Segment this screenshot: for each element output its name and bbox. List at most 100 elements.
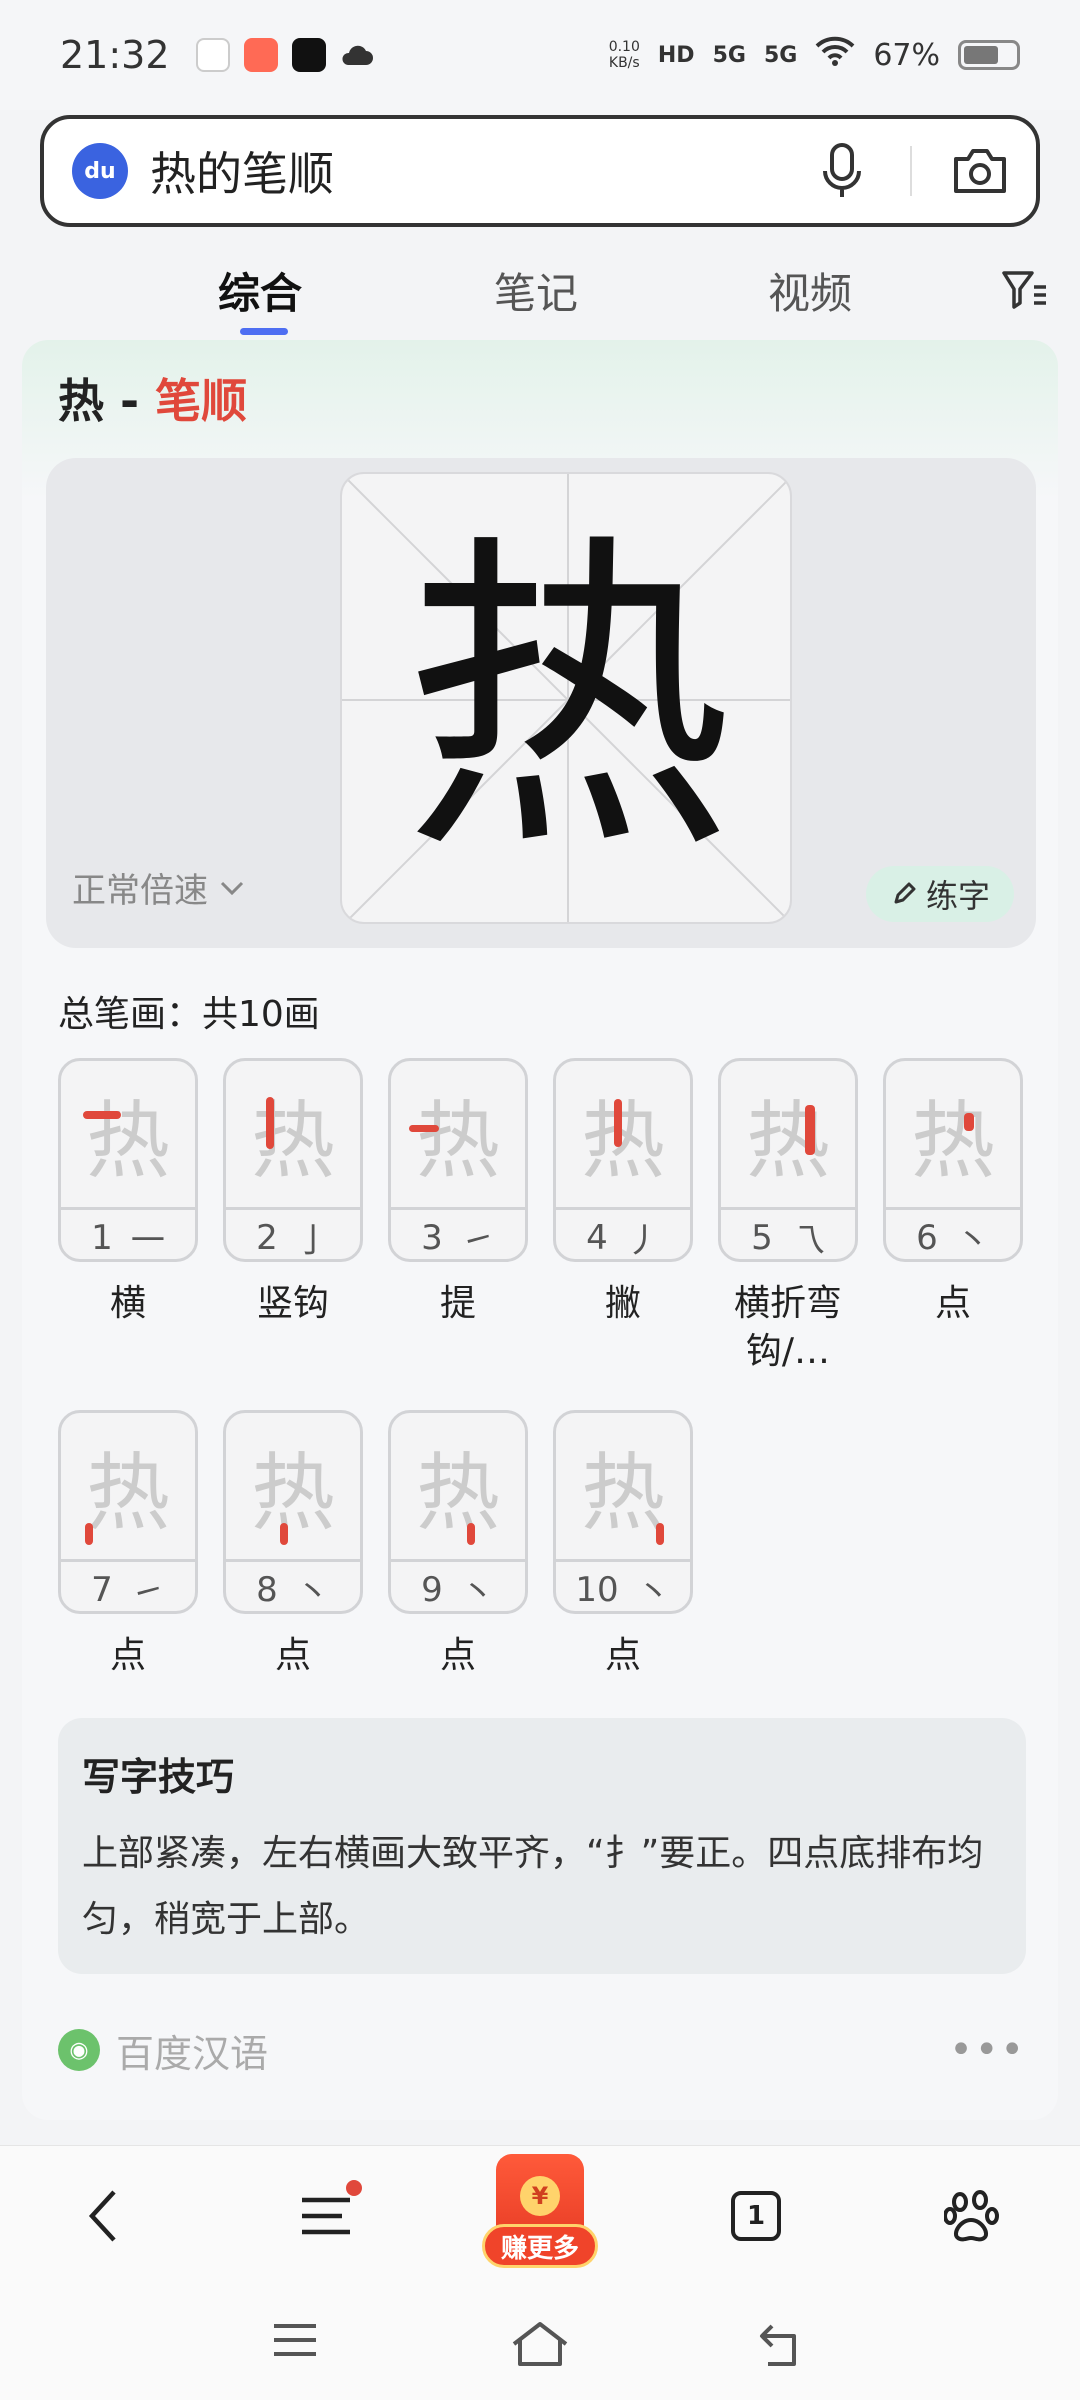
search-bar[interactable]: du 热的笔顺 (40, 115, 1040, 227)
stroke-step-footer: 9丶 (391, 1559, 525, 1611)
stroke-order-card: 热 - 笔顺 热 正常倍速 练字 总笔画：共10画 热 1 一横热 2 亅竖钩热 3 ㇀提热… (22, 340, 1058, 2120)
wifi-icon (815, 36, 855, 74)
current-stroke-highlight (964, 1113, 974, 1131)
system-nav-bar (0, 2290, 1080, 2400)
stroke-step-tile[interactable]: 热1一 (58, 1058, 198, 1262)
stroke-glyph: 丿 (625, 1221, 660, 1261)
stroke-step-character: 热 (745, 1091, 830, 1190)
stroke-step-tile[interactable]: 热 3 ㇀ (388, 1058, 528, 1262)
stroke-step-footer: 3 ㇀ (391, 1207, 525, 1261)
stroke-glyph: ㇀ (460, 1221, 495, 1261)
stroke-number: 1 (91, 1217, 113, 1258)
stroke-step-tile[interactable]: 热 6丶 (883, 1058, 1023, 1262)
system-back-icon (760, 2324, 796, 2366)
stroke-step-character: 热 (910, 1091, 995, 1190)
stroke-step-footer: 10 丶 (556, 1559, 690, 1611)
stroke-step-character: 热 (391, 1061, 525, 1207)
current-stroke-highlight (83, 1111, 121, 1119)
stroke-step-tile[interactable]: 热 4丿 (553, 1058, 693, 1262)
home-button[interactable] (510, 2320, 570, 2370)
stroke-number: 7 (91, 1569, 113, 1610)
notification-icons (195, 38, 374, 72)
stroke-number: 2 (256, 1217, 278, 1258)
source-row[interactable]: ◉ 百度汉语 ••• (58, 2020, 1026, 2080)
practice-writing-button[interactable]: 练字 (866, 866, 1014, 922)
stroke-step-tile[interactable]: 热 2亅 (223, 1058, 363, 1262)
stroke-step[interactable]: 热8丶点 (223, 1410, 363, 1680)
stroke-step-character: 热 (226, 1413, 360, 1559)
status-bar: 21:32 0.10 KB/s HD 5G 5G 67% (0, 0, 1080, 110)
hd-icon: HD (657, 42, 695, 68)
stroke-glyph: 丶 (295, 1573, 330, 1613)
stroke-step-tile[interactable]: 热9丶 (388, 1410, 528, 1614)
camera-icon[interactable] (952, 143, 1008, 199)
menu-button[interactable] (286, 2176, 366, 2256)
tab-notes[interactable]: 笔记 (494, 260, 578, 321)
back-button[interactable] (64, 2176, 144, 2256)
search-input[interactable]: 热的笔顺 (150, 138, 334, 204)
chevron-down-icon (220, 881, 244, 895)
menu-icon (302, 2197, 350, 2235)
stroke-step-tile[interactable]: 热 7 ㇀ (58, 1410, 198, 1614)
stroke-step[interactable]: 热 2 亅竖钩 (223, 1058, 363, 1328)
notification-dot (346, 2180, 362, 2196)
current-stroke-highlight (409, 1125, 439, 1132)
source-name[interactable]: 百度汉语 (116, 2023, 268, 2078)
active-tab-indicator (240, 328, 288, 335)
earn-more-button[interactable]: ¥ 赚更多 (482, 2154, 598, 2276)
baidu-logo-icon: du (72, 143, 128, 199)
stroke-step-character: 热 (391, 1413, 525, 1559)
cloud-icon (340, 38, 374, 72)
filter-icon[interactable] (1000, 265, 1050, 315)
current-stroke-highlight (266, 1097, 274, 1149)
tab-comprehensive[interactable]: 综合 (218, 260, 302, 321)
more-options-icon[interactable]: ••• (949, 2027, 1026, 2073)
stroke-step[interactable]: 热1一横 (58, 1058, 198, 1328)
earn-more-label: 赚更多 (482, 2224, 598, 2268)
recents-button[interactable] (270, 2320, 330, 2370)
stroke-name: 提 (439, 1283, 476, 1324)
current-stroke-highlight (614, 1099, 622, 1147)
speed-selector[interactable]: 正常倍速 (72, 863, 246, 912)
stroke-animation-panel: 热 正常倍速 练字 (46, 458, 1036, 948)
stroke-name: 点 (439, 1635, 476, 1676)
current-stroke-highlight (656, 1523, 664, 1545)
divider (910, 146, 912, 196)
tab-videos[interactable]: 视频 (768, 260, 852, 321)
status-time: 21:32 (60, 33, 170, 77)
current-stroke-highlight (805, 1105, 815, 1155)
stroke-step[interactable]: 热 5 乁横折弯钩/… (718, 1058, 858, 1376)
stroke-step[interactable]: 热9丶点 (388, 1410, 528, 1680)
stroke-name: 横折弯钩/… (733, 1283, 842, 1372)
baidu-home-button[interactable] (932, 2176, 1012, 2256)
stroke-name: 横 (109, 1283, 146, 1324)
total-strokes: 总笔画：共10画 (58, 994, 320, 1035)
stroke-step-footer: 4丿 (556, 1207, 690, 1261)
stroke-step[interactable]: 热 7 ㇀点 (58, 1410, 198, 1680)
coin-icon: ¥ (520, 2176, 560, 2216)
tabs-button[interactable]: 1 (716, 2176, 796, 2256)
battery-percent: 67% (873, 37, 940, 73)
net-speed: 0.10 KB/s (608, 39, 640, 71)
current-stroke-highlight (280, 1523, 288, 1545)
system-back-button[interactable] (756, 2320, 816, 2370)
card-title: 热 - 笔顺 (58, 374, 248, 428)
stroke-step-tile[interactable]: 热8丶 (223, 1410, 363, 1614)
stroke-step-character: 热 (61, 1061, 195, 1207)
stroke-step-tile[interactable]: 热 10 丶 (553, 1410, 693, 1614)
character-grid[interactable]: 热 (340, 472, 792, 924)
stroke-step-character: 热 (580, 1091, 665, 1190)
stroke-step-footer: 2亅 (226, 1207, 360, 1259)
recents-icon (274, 2324, 316, 2356)
stroke-step[interactable]: 热 10 丶点 (553, 1410, 693, 1680)
stroke-glyph: 乁 (790, 1221, 825, 1261)
baidu-hanyu-logo-icon: ◉ (58, 2029, 100, 2071)
microphone-icon[interactable] (814, 143, 870, 199)
stroke-step[interactable]: 热 3 ㇀提 (388, 1058, 528, 1328)
stroke-step[interactable]: 热 6丶点 (883, 1058, 1023, 1328)
stroke-glyph: 丶 (955, 1221, 990, 1261)
stroke-step[interactable]: 热 4丿撇 (553, 1058, 693, 1328)
stroke-step-tile[interactable]: 热 5乁 (718, 1058, 858, 1262)
writing-tips: 写字技巧 上部紧凑，左右横画大致平齐，“扌”要正。四点底排布均匀，稍宽于上部。 (58, 1718, 1026, 1974)
current-stroke-highlight (467, 1523, 475, 1545)
